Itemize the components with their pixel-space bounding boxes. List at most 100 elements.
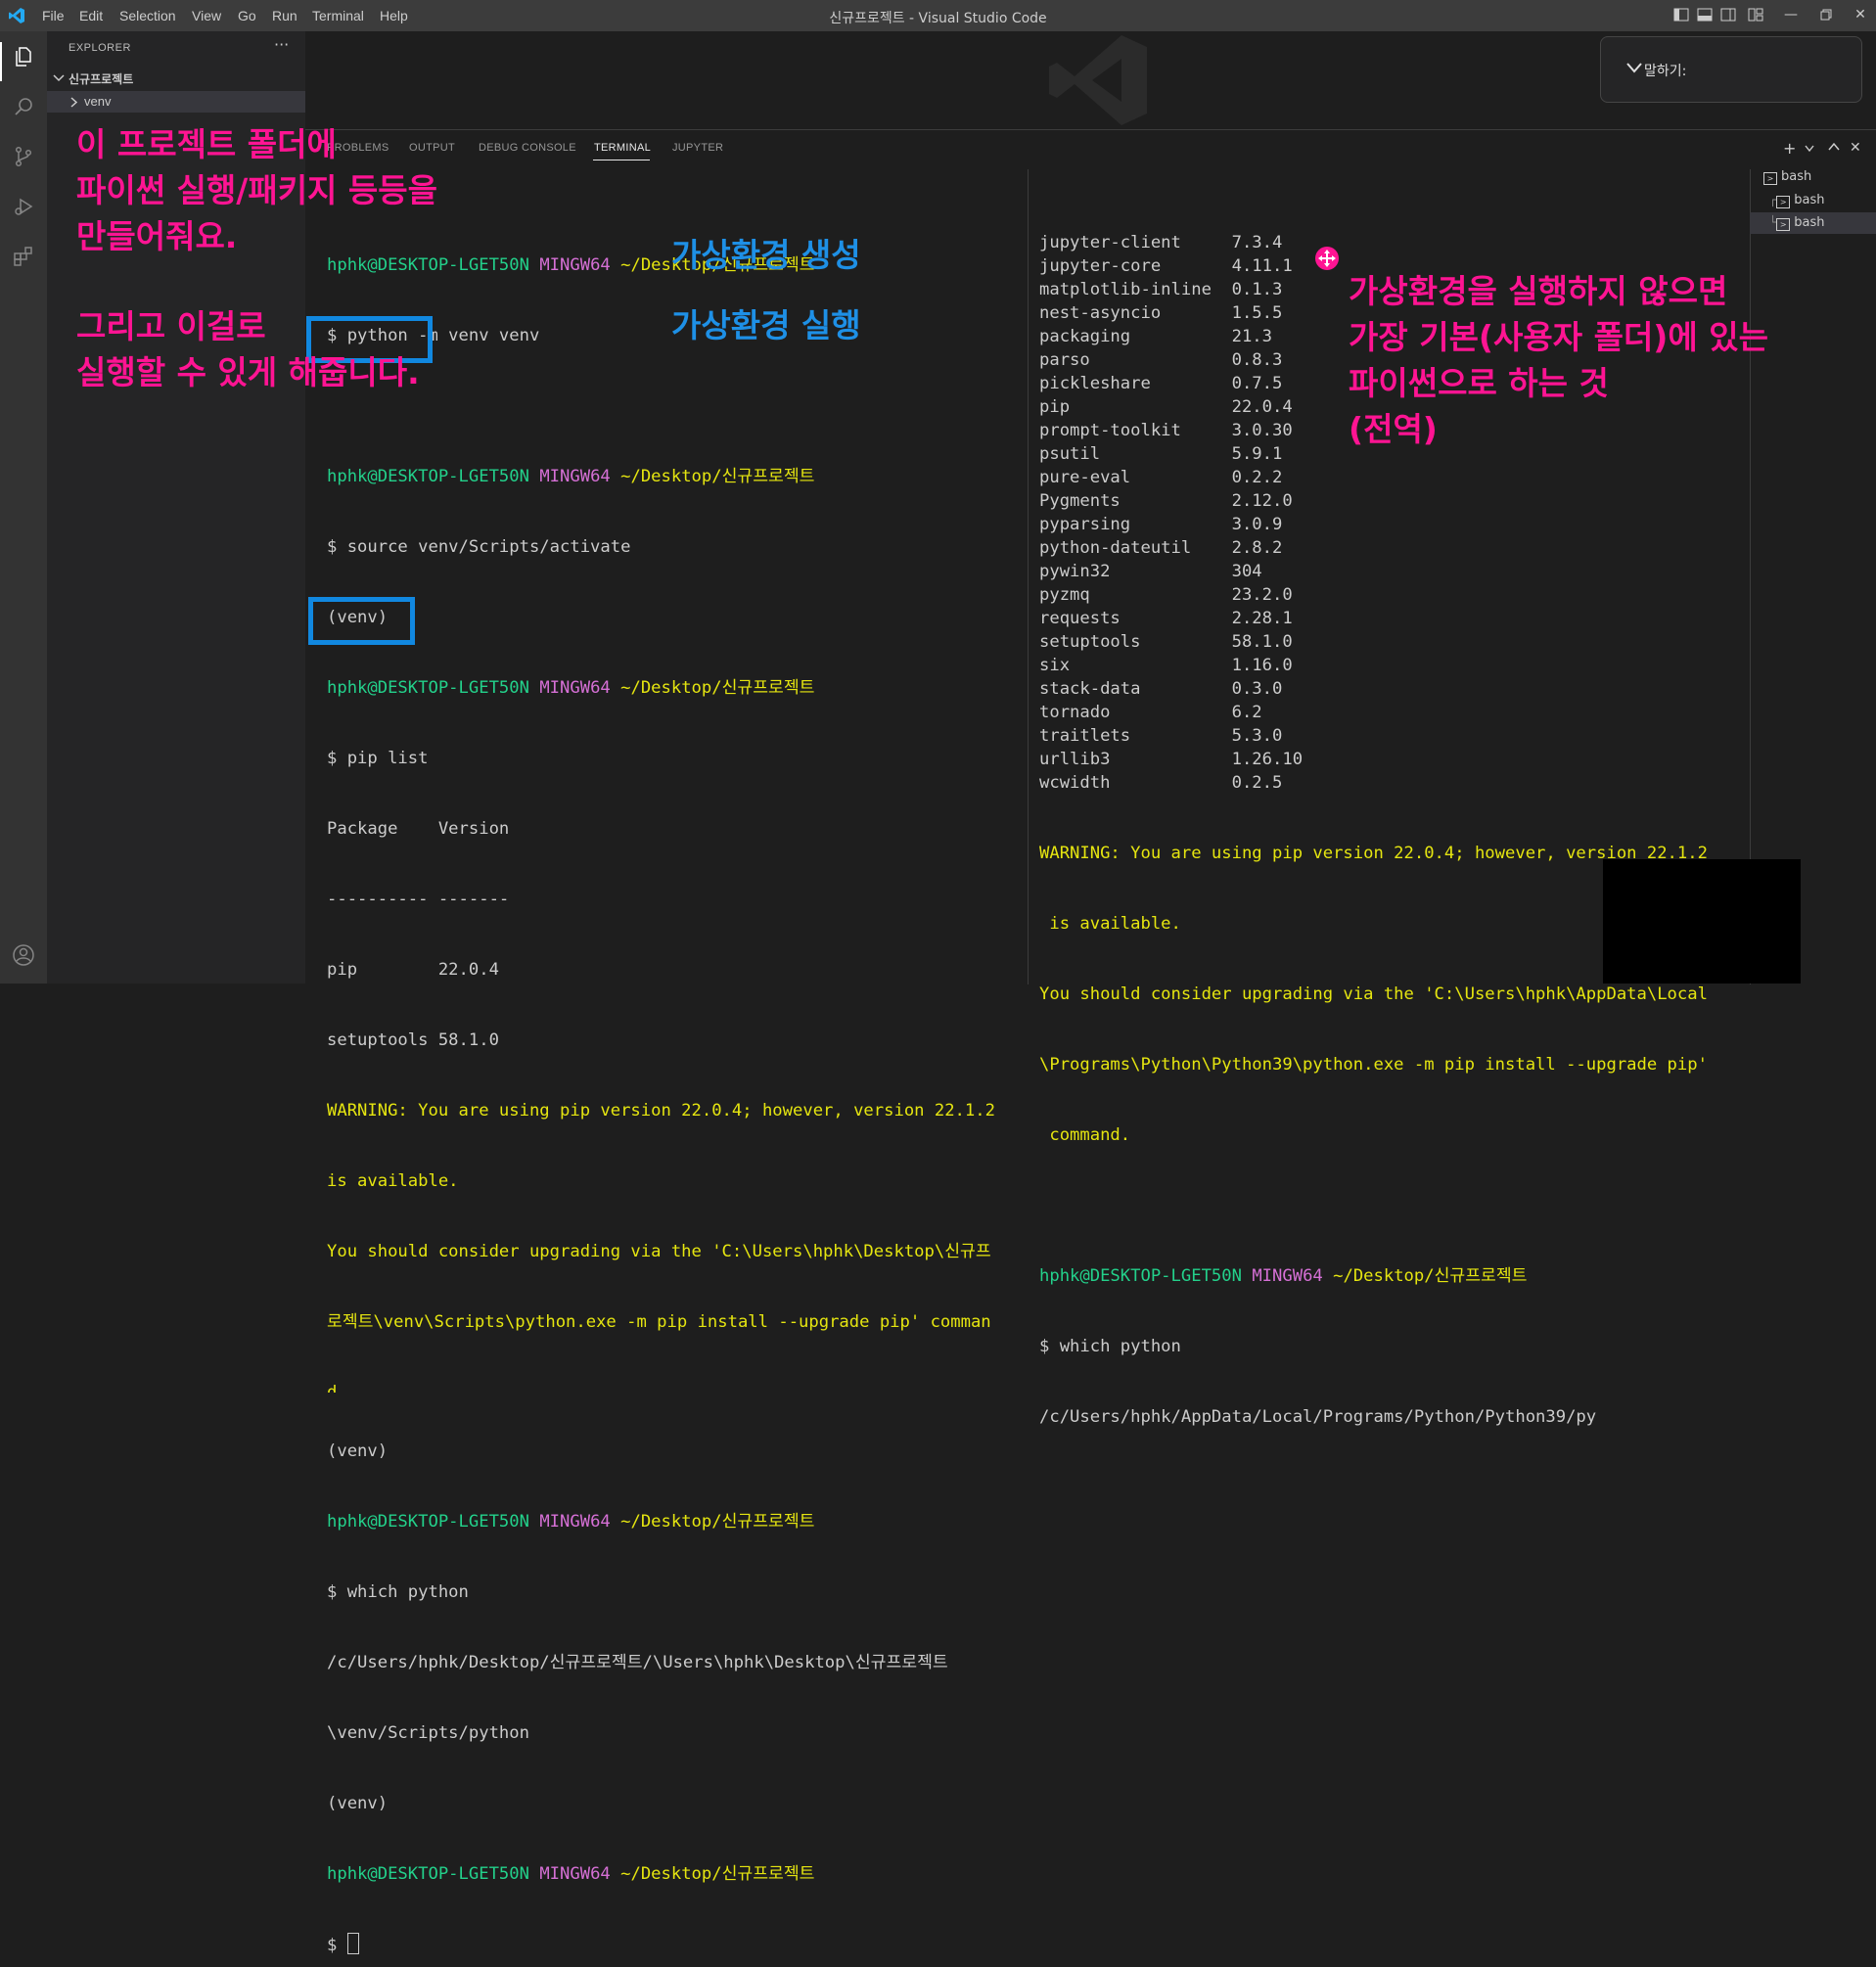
- tree-branch-icon: ┌: [1769, 193, 1777, 206]
- terminal-output: setuptools 58.1.0: [327, 1030, 499, 1050]
- tree-item-venv[interactable]: venv: [47, 91, 305, 113]
- maximize-panel-icon[interactable]: [1828, 142, 1840, 152]
- package-row: wcwidth 0.2.5: [1039, 773, 1283, 793]
- terminal-left[interactable]: hphk@DESKTOP-LGET50N MINGW64 ~/Desktop/신…: [327, 206, 995, 1967]
- venv-highlight-box: [308, 597, 415, 645]
- prompt-env: MINGW64: [539, 1864, 611, 1884]
- tab-jupyter[interactable]: JUPYTER: [672, 142, 723, 154]
- search-icon[interactable]: [12, 95, 35, 118]
- package-row: urllib3 1.26.10: [1039, 750, 1304, 769]
- run-debug-icon[interactable]: [12, 195, 35, 218]
- package-row: requests 2.28.1: [1039, 609, 1293, 628]
- prompt-path: ~/Desktop/신규프로젝트: [620, 1864, 815, 1884]
- extensions-icon[interactable]: [12, 245, 35, 268]
- package-row: Pygments 2.12.0: [1039, 491, 1293, 511]
- prompt-user: hphk@DESKTOP-LGET50N: [327, 678, 529, 698]
- annotation-venv-activate: 가상환경 실행: [671, 306, 861, 344]
- move-cursor-icon: [1315, 247, 1339, 270]
- toggle-panel-icon[interactable]: [1697, 7, 1713, 23]
- terminal-list-item[interactable]: ┌ > bash: [1769, 193, 1824, 208]
- prompt-env: MINGW64: [1252, 1266, 1323, 1286]
- terminal-list-item[interactable]: └ > bash: [1769, 215, 1824, 231]
- terminal-command: $ which python: [327, 1582, 469, 1602]
- prompt-line: hphk@DESKTOP-LGET50N MINGW64 ~/Desktop/신…: [327, 465, 995, 488]
- voice-label: 말하기:: [1644, 64, 1687, 79]
- more-actions-icon[interactable]: ···: [274, 35, 289, 54]
- customize-layout-icon[interactable]: [1748, 7, 1763, 23]
- terminal-icon: >: [1763, 172, 1777, 185]
- activity-bar: [0, 31, 47, 984]
- prompt-line: hphk@DESKTOP-LGET50N MINGW64 ~/Desktop/신…: [327, 676, 995, 700]
- terminal-prompt: $: [327, 1936, 347, 1955]
- folder-name: 신규프로젝트: [69, 72, 134, 86]
- package-row: tornado 6.2: [1039, 703, 1262, 722]
- toggle-secondary-sidebar-icon[interactable]: [1720, 7, 1736, 23]
- terminal-name: bash: [1781, 169, 1812, 184]
- terminal-output: pip 22.0.4: [327, 960, 499, 980]
- prompt-line: hphk@DESKTOP-LGET50N MINGW64 ~/Desktop/신…: [327, 1862, 995, 1886]
- chevron-right-icon: [70, 97, 78, 108]
- prompt-path: ~/Desktop/신규프로젝트: [620, 678, 815, 698]
- chevron-down-icon[interactable]: [1626, 61, 1642, 74]
- new-terminal-icon[interactable]: +: [1783, 139, 1796, 158]
- terminal-warning: d.: [327, 1383, 347, 1393]
- terminal-warning: command.: [1039, 1125, 1131, 1145]
- terminal-command: $ source venv/Scripts/activate: [327, 537, 631, 557]
- prompt-path: ~/Desktop/신규프로젝트: [620, 467, 815, 486]
- restore-icon[interactable]: [1818, 7, 1834, 23]
- terminal-split-divider[interactable]: [1028, 169, 1029, 984]
- tab-debug-console[interactable]: DEBUG CONSOLE: [479, 142, 576, 154]
- chevron-down-icon[interactable]: [1805, 145, 1814, 153]
- title-bar: File Edit Selection View Go Run Terminal…: [0, 0, 1876, 31]
- package-row: six 1.16.0: [1039, 656, 1293, 675]
- prompt-path: ~/Desktop/신규프로젝트: [1333, 1266, 1528, 1286]
- package-row: python-dateutil 2.8.2: [1039, 538, 1283, 558]
- tree-branch-icon: └: [1769, 215, 1777, 229]
- tab-terminal[interactable]: TERMINAL: [594, 142, 651, 154]
- prompt-env: MINGW64: [539, 467, 611, 486]
- vscode-watermark-icon: [1049, 35, 1147, 125]
- prompt-env: MINGW64: [539, 255, 611, 275]
- close-panel-icon[interactable]: ✕: [1850, 140, 1861, 156]
- prompt-env: MINGW64: [539, 1512, 611, 1532]
- toggle-sidebar-icon[interactable]: [1673, 7, 1689, 23]
- terminal-name: bash: [1794, 215, 1825, 230]
- editor-area: 말하기:: [305, 31, 1876, 129]
- terminal-list-item[interactable]: > bash: [1763, 169, 1811, 185]
- minimize-icon[interactable]: —: [1783, 7, 1799, 23]
- close-window-icon[interactable]: ✕: [1853, 7, 1868, 23]
- explorer-title: EXPLORER: [69, 42, 131, 54]
- terminal-warning: You should consider upgrading via the 'C…: [1039, 984, 1708, 1004]
- chevron-down-icon: [53, 74, 65, 82]
- terminal-command: $ which python: [1039, 1337, 1181, 1356]
- venv-indicator: (venv): [327, 1794, 389, 1813]
- package-row: pyzmq 23.2.0: [1039, 585, 1293, 605]
- terminal-cursor: [346, 1933, 359, 1954]
- prompt-path: ~/Desktop/신규프로젝트: [620, 1512, 815, 1532]
- terminal-warning: WARNING: You are using pip version 22.0.…: [327, 1101, 995, 1121]
- terminal-output: /c/Users/hphk/Desktop/신규프로젝트/\Users\hphk…: [327, 1653, 948, 1672]
- prompt-user: hphk@DESKTOP-LGET50N: [327, 1864, 529, 1884]
- source-control-icon[interactable]: [12, 145, 35, 168]
- voice-input-box[interactable]: 말하기:: [1600, 36, 1862, 103]
- package-row: pyparsing 3.0.9: [1039, 515, 1283, 534]
- annotation-project-folder: 이 프로젝트 폴더에 파이썬 실행/패키지 등등을 만들어줘요.: [76, 125, 437, 255]
- prompt-user: hphk@DESKTOP-LGET50N: [327, 1512, 529, 1532]
- package-row: stack-data 0.3.0: [1039, 679, 1283, 699]
- terminal-warning: You should consider upgrading via the 'C…: [327, 1242, 991, 1261]
- prompt-user: hphk@DESKTOP-LGET50N: [327, 467, 529, 486]
- package-row: pywin32 304: [1039, 562, 1262, 581]
- account-icon[interactable]: [12, 943, 35, 967]
- prompt-env: MINGW64: [539, 678, 611, 698]
- terminal-name: bash: [1794, 193, 1825, 207]
- terminal-output: Package Version: [327, 819, 510, 839]
- explorer-icon[interactable]: [12, 45, 35, 69]
- terminal-warning: \Programs\Python\Python39\python.exe -m …: [1039, 1055, 1708, 1075]
- package-row: traitlets 5.3.0: [1039, 726, 1283, 746]
- venv-indicator: (venv): [327, 608, 389, 627]
- annotation-venv-create: 가상환경 생성: [671, 236, 861, 274]
- folder-row[interactable]: 신규프로젝트: [47, 68, 305, 89]
- terminal-icon: >: [1776, 218, 1791, 231]
- window-title: 신규프로젝트 - Visual Studio Code: [829, 11, 1047, 26]
- tree-item-label: venv: [84, 94, 112, 109]
